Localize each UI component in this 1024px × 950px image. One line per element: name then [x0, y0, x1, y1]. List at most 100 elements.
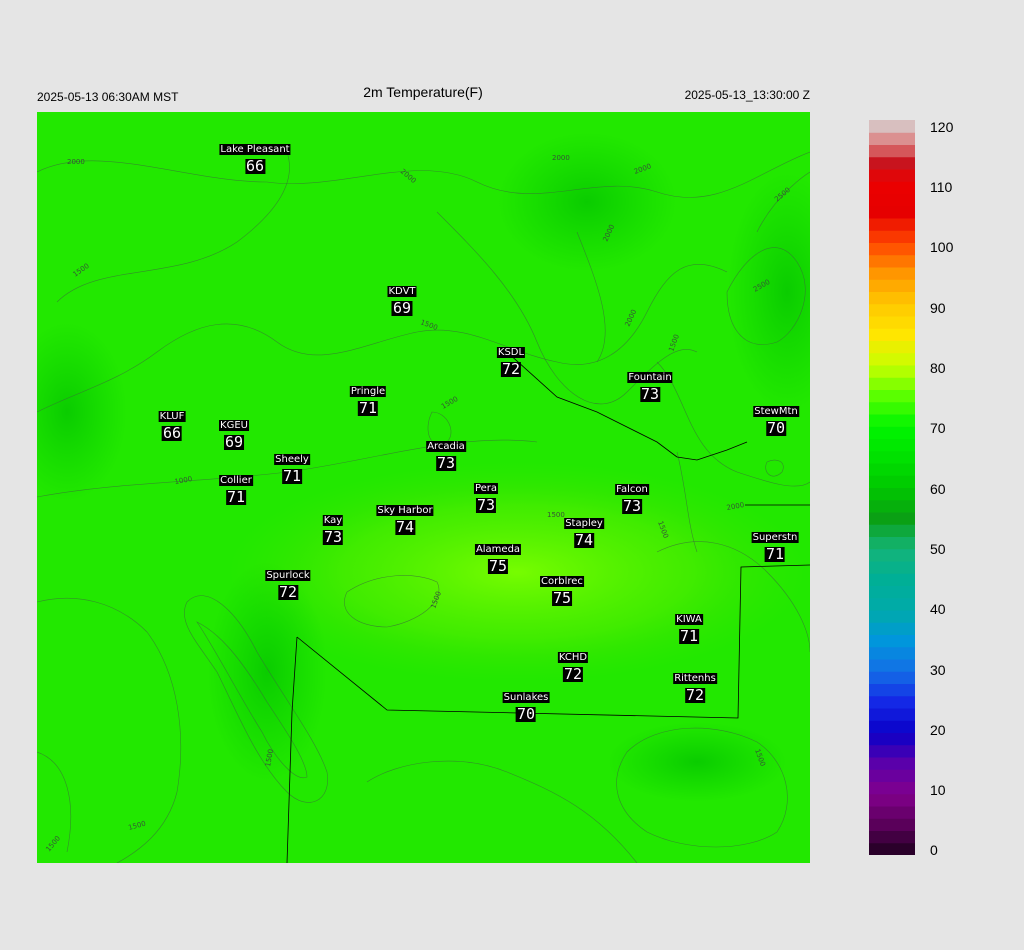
station-rittenhs: Rittenhs 72	[673, 668, 717, 703]
station-sunlakes: Sunlakes 70	[502, 687, 550, 723]
colorbar-segment	[869, 205, 915, 219]
station-name: Superstn	[751, 532, 799, 543]
colorbar-tick-10: 10	[930, 782, 946, 798]
colorbar-segment	[869, 597, 915, 611]
colorbar-segment	[869, 401, 915, 415]
station-kdvt: KDVT 69	[387, 281, 417, 316]
colorbar-segment	[869, 744, 915, 758]
colorbar-segment	[869, 463, 915, 476]
utc-time-label: 2025-05-13_13:30:00 Z	[684, 88, 810, 102]
station-kay: Kay 73	[322, 510, 344, 546]
station-temp: 71	[678, 627, 700, 645]
colorbar-segment	[869, 659, 915, 672]
colorbar-segment	[869, 671, 915, 684]
station-temp: 75	[551, 589, 573, 607]
colorbar-segment	[869, 156, 915, 170]
contour-label: 2000	[552, 154, 570, 162]
station-sky-harbor: Sky Harbor 74	[376, 500, 434, 536]
station-spurlock: Spurlock 72	[265, 565, 311, 601]
station-temp: 66	[244, 157, 266, 175]
colorbar-tick-50: 50	[930, 541, 946, 557]
colorbar-segment	[869, 303, 915, 317]
station-fountain: Fountain 73	[627, 367, 673, 402]
colorbar-tick-80: 80	[930, 360, 946, 376]
station-temp: 71	[281, 467, 303, 485]
station-temp: 72	[500, 360, 522, 378]
station-name: Sunlakes	[502, 692, 550, 703]
station-temp: 74	[394, 518, 416, 536]
station-name: KGEU	[219, 420, 249, 431]
station-name: KCHD	[557, 652, 589, 663]
colorbar-segment	[869, 450, 915, 464]
colorbar-segment	[869, 414, 915, 427]
colorbar-segment	[869, 316, 915, 329]
colorbar-segment	[869, 267, 915, 280]
station-kiwa: KIWA 71	[675, 609, 703, 644]
station-temp: 71	[357, 399, 379, 417]
station-temp: 66	[161, 424, 183, 442]
station-name: Corblrec	[540, 576, 584, 587]
station-name: Falcon	[615, 484, 649, 495]
colorbar-tick-40: 40	[930, 601, 946, 617]
station-name: Kay	[322, 515, 344, 526]
station-name: Sheely	[274, 454, 310, 465]
colorbar-segment	[869, 818, 915, 831]
colorbar-segment	[869, 536, 915, 550]
colorbar-segment	[869, 622, 915, 635]
colorbar-segment	[869, 144, 915, 158]
station-temp: 70	[515, 705, 537, 723]
contour-label: 2000	[67, 158, 85, 166]
station-name: Rittenhs	[673, 673, 717, 684]
colorbar-segment	[869, 242, 915, 256]
colorbar-segment	[869, 475, 915, 488]
station-temp: 73	[322, 528, 344, 546]
colorbar-segment	[869, 757, 915, 770]
colorbar-segment	[869, 499, 915, 513]
colorbar-segment	[869, 352, 915, 366]
station-lake-pleasant: Lake Pleasant 66	[219, 139, 291, 175]
colorbar-segment	[869, 646, 915, 660]
colorbar-segment	[869, 218, 915, 231]
station-collier: Collier 71	[219, 470, 253, 505]
station-name: KIWA	[675, 614, 703, 625]
station-name: Spurlock	[265, 570, 311, 581]
colorbar-segment	[869, 438, 915, 452]
colorbar-segment	[869, 169, 915, 182]
station-alameda: Alameda 75	[474, 539, 522, 575]
colorbar-segment	[869, 132, 915, 145]
contour-label: 1500	[547, 511, 565, 519]
station-sheely: Sheely 71	[274, 449, 310, 484]
temperature-colorbar	[869, 120, 915, 855]
station-name: StewMtn	[753, 406, 799, 417]
colorbar-segment	[869, 769, 915, 782]
station-temp: 72	[277, 583, 299, 601]
colorbar-tick-110: 110	[930, 179, 953, 195]
colorbar-segment	[869, 842, 915, 855]
station-temp: 73	[435, 454, 457, 472]
station-temp: 73	[621, 497, 643, 515]
station-name: Pringle	[349, 386, 387, 397]
colorbar-tick-30: 30	[930, 662, 946, 678]
colorbar-segment	[869, 830, 915, 844]
colorbar-segment	[869, 524, 915, 537]
station-temp: 70	[765, 419, 787, 437]
colorbar-segment	[869, 610, 915, 623]
station-kgeu: KGEU 69	[219, 415, 249, 450]
colorbar-segment	[869, 708, 915, 721]
station-stewmtn: StewMtn 70	[753, 401, 799, 436]
station-arcadia: Arcadia 73	[426, 436, 466, 471]
station-temp: 72	[684, 686, 706, 704]
colorbar-segment	[869, 793, 915, 807]
colorbar-segment	[869, 426, 915, 439]
station-ksdl: KSDL 72	[496, 342, 526, 378]
colorbar-segment	[869, 377, 915, 390]
colorbar-segment	[869, 585, 915, 599]
station-name: Pera	[473, 483, 499, 494]
station-superstn: Superstn 71	[751, 527, 799, 562]
station-temp: 75	[487, 557, 509, 575]
colorbar-segment	[869, 120, 915, 133]
station-temp: 74	[573, 531, 595, 549]
station-name: Lake Pleasant	[219, 144, 291, 155]
cool-region-n	[497, 132, 677, 272]
colorbar-segment	[869, 230, 915, 243]
